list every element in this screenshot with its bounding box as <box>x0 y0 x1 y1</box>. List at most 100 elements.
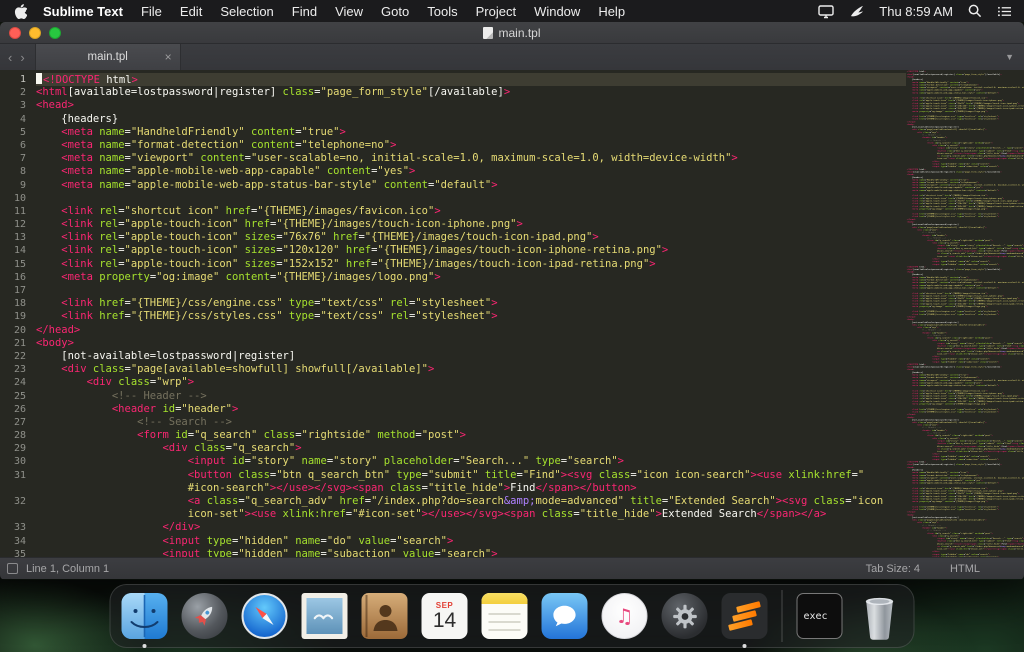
code-row[interactable]: 7 <meta name="viewport" content="user-sc… <box>0 152 1024 165</box>
tab-overflow-icon[interactable]: ▼ <box>1005 52 1024 62</box>
dock-exec-terminal[interactable]: exec <box>795 591 845 641</box>
menu-view[interactable]: View <box>335 4 363 19</box>
code-text: <button class="btn q_search_btn" type="s… <box>187 468 865 481</box>
menu-selection[interactable]: Selection <box>220 4 273 19</box>
code-row[interactable]: 6 <meta name="format-detection" content=… <box>0 139 1024 152</box>
tab-close-icon[interactable]: × <box>165 51 172 63</box>
code-row[interactable]: 13 <link rel="apple-touch-icon" sizes="7… <box>0 231 1024 244</box>
line-number: 22 <box>13 350 26 362</box>
zoom-window-button[interactable] <box>49 26 61 39</box>
menu-edit[interactable]: Edit <box>180 4 202 19</box>
code-row[interactable]: 1 <!DOCTYPE html> <box>0 73 1024 87</box>
code-row[interactable]: 12 <link rel="apple-touch-icon" href="{T… <box>0 218 1024 231</box>
code-row[interactable]: 26 <header id="header"> <box>0 403 1024 416</box>
dock-trash[interactable] <box>855 591 905 641</box>
close-window-button[interactable] <box>9 26 21 39</box>
window-title-bar[interactable]: main.tpl <box>0 22 1024 44</box>
menu-bar-left: Sublime Text File Edit Selection Find View Go… <box>0 4 643 19</box>
code-row[interactable]: 28 <form id="q_search" class="rightside"… <box>0 429 1024 442</box>
dock-itunes[interactable]: ♫ <box>600 591 650 641</box>
code-row[interactable]: 34 <input type="hidden" name="do" value=… <box>0 535 1024 548</box>
code-row[interactable]: 18 <link href="{THEME}/css/engine.css" t… <box>0 297 1024 310</box>
code-text: <!DOCTYPE html> <box>36 73 1024 87</box>
code-text: <!-- Search --> <box>137 415 232 428</box>
line-number: 29 <box>13 443 26 455</box>
code-text: <div class="wrp"> <box>86 376 195 389</box>
dock-messages[interactable] <box>540 591 590 641</box>
minimize-window-button[interactable] <box>29 26 41 39</box>
tab-forward-icon[interactable]: › <box>20 50 24 65</box>
tab-main-tpl[interactable]: main.tpl × <box>34 44 181 70</box>
code-row[interactable]: 5 <meta name="HandheldFriendly" content=… <box>0 126 1024 139</box>
calendar-icon: SEP 14 <box>421 593 468 639</box>
code-row[interactable]: 16 <meta property="og:image" content="{T… <box>0 271 1024 284</box>
code-row[interactable]: #icon-search"></use></svg><span class="t… <box>0 482 1024 495</box>
code-row[interactable]: 24 <div class="wrp"> <box>0 376 1024 389</box>
menu-bar-clock[interactable]: Thu 8:59 AM <box>879 4 953 19</box>
syntax-indicator[interactable]: HTML <box>950 563 980 575</box>
code-row[interactable]: 27 <!-- Search --> <box>0 416 1024 429</box>
code-row[interactable]: 2 <html[available=lostpassword|register] … <box>0 86 1024 99</box>
code-text: <link href="{THEME}/css/styles.css" type… <box>61 310 498 323</box>
line-number: 34 <box>13 535 26 547</box>
code-row[interactable]: 29 <div class="q_search"> <box>0 442 1024 455</box>
bird-menu-icon[interactable] <box>849 5 864 18</box>
spotlight-icon[interactable] <box>968 4 982 18</box>
code-row[interactable]: 11 <link rel="shortcut icon" href="{THEM… <box>0 205 1024 218</box>
code-row[interactable]: 15 <link rel="apple-touch-icon" sizes="1… <box>0 258 1024 271</box>
tab-back-icon[interactable]: ‹ <box>8 50 12 65</box>
calendar-day: 14 <box>432 608 457 632</box>
code-row[interactable]: 4 {headers} <box>0 113 1024 126</box>
app-menu[interactable]: Sublime Text <box>43 4 123 19</box>
menu-file[interactable]: File <box>141 4 162 19</box>
apple-menu-icon[interactable] <box>14 3 27 19</box>
code-row[interactable]: 21 <body> <box>0 337 1024 350</box>
menu-window[interactable]: Window <box>534 4 580 19</box>
notification-center-icon[interactable] <box>997 5 1012 18</box>
dock: SEP 14 ♫ exec <box>109 584 915 648</box>
code-row[interactable]: 20 </head> <box>0 324 1024 337</box>
dock-finder[interactable] <box>120 591 170 648</box>
trash-icon <box>865 597 894 640</box>
minimap[interactable]: <!DOCTYPE html> <html[available=lostpassw… <box>906 70 1024 557</box>
terminal-icon: exec <box>796 593 843 639</box>
code-row[interactable]: 30 <input id="story" name="story" placeh… <box>0 455 1024 468</box>
menu-find[interactable]: Find <box>292 4 317 19</box>
sublime-text-icon <box>721 593 768 639</box>
menu-goto[interactable]: Goto <box>381 4 409 19</box>
code-text: <meta name="viewport" content="user-scal… <box>61 152 738 165</box>
menu-bar-right: Thu 8:59 AM <box>818 4 1024 19</box>
code-row[interactable]: icon-set"><use xlink:href="#icon-set"></… <box>0 508 1024 521</box>
code-text: <link rel="shortcut icon" href="{THEME}/… <box>61 204 441 217</box>
code-row[interactable]: 23 <div class="page[available=showfull] … <box>0 363 1024 376</box>
code-row[interactable]: 14 <link rel="apple-touch-icon" sizes="1… <box>0 244 1024 257</box>
code-row[interactable]: 10 <box>0 192 1024 205</box>
menu-help[interactable]: Help <box>598 4 625 19</box>
dock-contacts[interactable] <box>360 591 410 641</box>
code-row[interactable]: 17 <box>0 284 1024 297</box>
code-row[interactable]: 33 </div> <box>0 521 1024 534</box>
menu-tools[interactable]: Tools <box>427 4 457 19</box>
dock-launchpad[interactable] <box>180 591 230 641</box>
code-row[interactable]: 3 <head> <box>0 99 1024 112</box>
code-row[interactable]: 31 <button class="btn q_search_btn" type… <box>0 469 1024 482</box>
code-row[interactable]: 8 <meta name="apple-mobile-web-app-capab… <box>0 165 1024 178</box>
dock-notes[interactable] <box>480 591 530 641</box>
dock-mail[interactable] <box>300 591 350 641</box>
tab-size-indicator[interactable]: Tab Size: 4 <box>866 563 920 575</box>
editor[interactable]: 1 <!DOCTYPE html> 2 <html[available=lostpas… <box>0 70 1024 557</box>
dock-safari[interactable] <box>240 591 290 641</box>
code-row[interactable]: 22 [not-available=lostpassword|register] <box>0 350 1024 363</box>
dock-sublime-text[interactable] <box>720 591 770 648</box>
dock-calendar[interactable]: SEP 14 <box>420 591 470 641</box>
code-row[interactable]: 25 <!-- Header --> <box>0 390 1024 403</box>
code-row[interactable]: 19 <link href="{THEME}/css/styles.css" t… <box>0 310 1024 323</box>
menu-project[interactable]: Project <box>476 4 516 19</box>
code-row[interactable]: 9 <meta name="apple-mobile-web-app-statu… <box>0 179 1024 192</box>
code-row[interactable]: 32 <a class="q_search_adv" href="/index.… <box>0 495 1024 508</box>
code-row[interactable]: 35 <input type="hidden" name="subaction"… <box>0 548 1024 557</box>
line-number: 20 <box>13 324 26 336</box>
code-text: </head> <box>36 323 81 336</box>
dock-system-gear[interactable] <box>660 591 710 641</box>
display-menu-icon[interactable] <box>818 4 834 19</box>
